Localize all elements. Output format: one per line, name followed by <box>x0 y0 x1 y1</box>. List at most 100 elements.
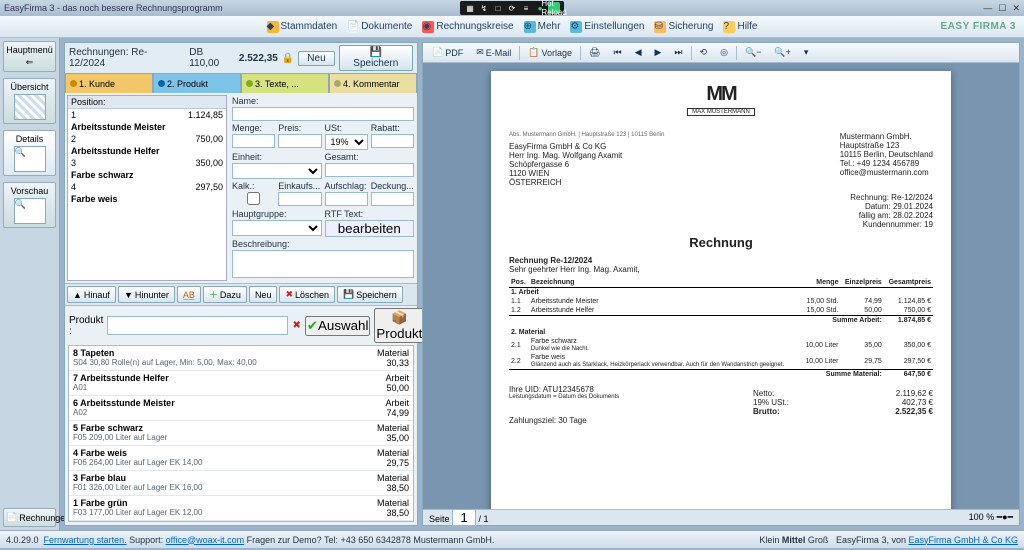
tool-icon[interactable]: ⟳ <box>506 2 518 14</box>
product-row[interactable]: 8 TapetenS04 30,80 Rolle(n) auf Lager, M… <box>69 346 413 371</box>
recipient-address: EasyFirma GmbH & Co KGHerr Ing. Mag. Wol… <box>509 142 664 187</box>
product-row[interactable]: 4 Farbe weisF06 264,00 Liter auf Lager E… <box>69 446 413 471</box>
refresh-icon[interactable]: ⟲ <box>695 45 713 60</box>
ust-select[interactable]: 19% <box>325 134 368 150</box>
totals: Netto:2.119,62 €19% USt.:402,73 €Brutto:… <box>753 389 933 416</box>
position-list[interactable]: Position: 11.124,85Arbeitsstunde Meister… <box>67 95 227 281</box>
greeting: Sehr geehrter Herr Ing. Mag. Axamit, <box>509 265 933 274</box>
doc-icon: 📄 <box>6 512 17 523</box>
save-button[interactable]: 💾Speichern <box>339 45 413 71</box>
product-search[interactable] <box>107 316 288 335</box>
tab-produkt[interactable]: 2. Produkt <box>153 73 241 93</box>
logo-sub: MAX MUSTERMANN <box>687 108 755 116</box>
product-row[interactable]: 6 Arbeitsstunde MeisterA02Arbeit74,99 <box>69 396 413 421</box>
name-input[interactable] <box>232 107 414 121</box>
size-toggle[interactable]: Klein Mittel Groß <box>759 535 828 545</box>
preview-status: Seite / 1 100 % ━●━ <box>423 509 1019 525</box>
neu-pos-button[interactable]: Neu <box>249 286 278 303</box>
fit-icon[interactable]: ▾ <box>799 45 814 60</box>
sidebar-vorschau[interactable]: Vorschau🔍 <box>3 182 56 228</box>
menu-mehr[interactable]: ⊕Mehr <box>524 21 561 33</box>
produkt-button[interactable]: 📦Produkt <box>374 308 424 343</box>
hauptgruppe-select[interactable] <box>232 220 322 236</box>
app-logo: EASY FIRMA 3 <box>941 21 1016 32</box>
dazu-button[interactable]: ＋Dazu <box>203 286 247 303</box>
vorlage-button[interactable]: 📋Vorlage <box>523 45 577 60</box>
product-list[interactable]: 8 TapetenS04 30,80 Rolle(n) auf Lager, M… <box>68 345 414 522</box>
sender-small: Abs. Mustermann GmbH. | Hauptstraße 123 … <box>509 132 664 138</box>
lock-icon[interactable]: 🔒 <box>282 53 294 64</box>
tab-kunde[interactable]: 1. Kunde <box>65 73 153 93</box>
sidebar-hauptmenu[interactable]: Hauptmenü⇐ <box>3 41 56 72</box>
arrow-left-icon: ⇐ <box>26 57 34 68</box>
auswahl-button[interactable]: ✔Auswahl <box>305 316 371 336</box>
abc-button[interactable]: A̲B̲ <box>177 286 201 303</box>
menu-rechnungskreise[interactable]: ◉Rechnungskreise <box>422 21 513 33</box>
zoom-slider[interactable]: ━●━ <box>997 512 1013 522</box>
hot-reload[interactable]: Hot Reload <box>548 2 560 14</box>
product-row[interactable]: 5 Farbe schwarzF05 209,00 Liter auf Lage… <box>69 421 413 446</box>
menge-label: Menge: <box>232 123 275 133</box>
rabatt-input[interactable] <box>371 134 414 148</box>
email-button[interactable]: ✉E-Mail <box>471 45 516 60</box>
menu-stammdaten[interactable]: ◆Stammdaten <box>267 21 338 33</box>
minimize-icon[interactable]: — <box>983 3 992 14</box>
einkaufs-input[interactable] <box>278 192 321 206</box>
menu-einstellungen[interactable]: ⚙Einstellungen <box>570 21 644 33</box>
hinauf-button[interactable]: ▲Hinauf <box>67 286 116 303</box>
ust-label: USt: <box>325 123 368 133</box>
product-section: Produkt : ✖ ✔Auswahl 📦Produkt 8 TapetenS… <box>65 305 417 525</box>
zoom-in-icon[interactable]: 🔍+ <box>769 45 795 60</box>
new-button[interactable]: Neu <box>298 51 334 66</box>
vendor-link[interactable]: EasyFirma GmbH & Co KG <box>908 535 1018 545</box>
prev-page-icon[interactable]: ◀ <box>630 45 647 60</box>
maximize-icon[interactable]: ☐ <box>998 3 1006 14</box>
print-icon[interactable]: 🖨 <box>584 45 605 60</box>
next-page-icon[interactable]: ▶ <box>650 45 667 60</box>
close-icon[interactable]: ✕ <box>1012 3 1020 14</box>
page-input[interactable] <box>452 509 476 526</box>
kalk-check[interactable] <box>232 192 275 205</box>
sidebar-details[interactable]: Details🔍 <box>3 130 56 176</box>
preview-area[interactable]: MMMAX MUSTERMANN Abs. Mustermann GmbH. |… <box>423 63 1019 509</box>
target-icon[interactable]: ◎ <box>715 45 733 60</box>
tab-kommentar[interactable]: 4. Kommentar <box>329 73 417 93</box>
product-row[interactable]: 3 Farbe blauF01 326,00 Liter auf Lager E… <box>69 471 413 496</box>
invoice-page: MMMAX MUSTERMANN Abs. Mustermann GmbH. |… <box>491 71 951 509</box>
sidebar-uebersicht[interactable]: Übersicht <box>3 78 56 124</box>
menu-sicherung[interactable]: ⛁Sicherung <box>654 21 713 33</box>
aufschlag-input[interactable] <box>325 192 368 206</box>
tool-icon[interactable]: □ <box>492 2 504 14</box>
preview-toolbar: 📄PDF ✉E-Mail 📋Vorlage 🖨 ⏮ ◀ ▶ ⏭ ⟲ ◎ 🔍− 🔍… <box>423 43 1019 63</box>
tool-icon[interactable]: ≡ <box>520 2 532 14</box>
menu-hilfe[interactable]: ?Hilfe <box>723 21 757 33</box>
sender-address: Mustermann GmbH.Hauptstraße 12310115 Ber… <box>840 132 933 187</box>
clear-icon[interactable]: ✖ <box>292 320 300 331</box>
pdf-button[interactable]: 📄PDF <box>427 45 468 60</box>
tool-icon[interactable]: ↯ <box>478 2 490 14</box>
menge-input[interactable] <box>232 134 275 148</box>
loeschen-button[interactable]: ✖Löschen <box>279 286 335 303</box>
support-email[interactable]: office@woax-it.com <box>166 535 245 545</box>
product-row[interactable]: 1 Farbe grünF03 177,00 Liter auf Lager E… <box>69 496 413 521</box>
hinunter-button[interactable]: ▼Hinunter <box>118 286 175 303</box>
last-page-icon[interactable]: ⏭ <box>669 45 687 60</box>
tool-icon[interactable]: ▦ <box>464 2 476 14</box>
beschreibung-input[interactable] <box>232 250 414 278</box>
tab-texte[interactable]: 3. Texte, ... <box>241 73 329 93</box>
zoom-out-icon[interactable]: 🔍− <box>740 45 766 60</box>
first-page-icon[interactable]: ⏮ <box>608 45 626 60</box>
einheit-select[interactable] <box>232 163 322 179</box>
status-bar: 4.0.29.0 Fernwartung starten. Support: o… <box>0 530 1024 548</box>
sidebar-rechnungen[interactable]: 📄Rechnunge <box>3 508 56 527</box>
speichern-pos-button[interactable]: 💾Speichern <box>337 286 403 303</box>
bearbeiten-button[interactable]: bearbeiten <box>325 220 415 237</box>
gesamt-label: Gesamt: <box>325 152 415 162</box>
preis-input[interactable] <box>278 134 321 148</box>
gesamt-input[interactable] <box>325 163 415 177</box>
window-title: EasyFirma 3 - das noch bessere Rechnungs… <box>4 3 223 13</box>
product-row[interactable]: 7 Arbeitsstunde HelferA01Arbeit50,00 <box>69 371 413 396</box>
fernwartung-link[interactable]: Fernwartung starten. <box>44 535 127 545</box>
menu-dokumente[interactable]: 📄Dokumente <box>347 21 412 33</box>
deckung-input[interactable] <box>371 192 414 206</box>
